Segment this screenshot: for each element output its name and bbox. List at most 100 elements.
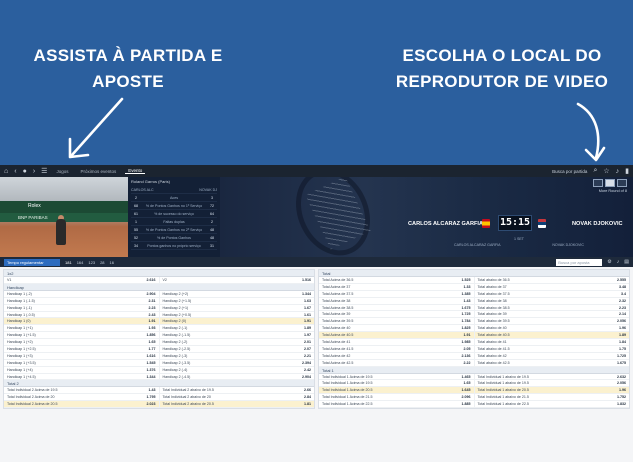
odds-value[interactable]: 2.394 [302,360,311,366]
odds-value[interactable]: 1.344 [302,291,311,297]
odds-cell[interactable]: Total Individual 1 abaixo de 21.5 1.752 [475,394,630,400]
odds-cell[interactable]: Handicap 1 (0) 1.91 [4,318,160,325]
odds-cell[interactable]: Total abaixo de 41 1.84 [475,339,630,345]
filter-icon[interactable]: ☰ [41,167,47,175]
odds-cell[interactable]: Handicap 2 (-4) 2.42 [160,367,315,373]
odds-cell[interactable]: Total Acima de 41 1.985 [319,339,475,345]
odds-value[interactable]: 1.61 [304,312,311,318]
odds-cell[interactable]: Total abaixo de 39 2.14 [475,311,630,317]
odds-cell[interactable]: Handicap 2 (-1) 1.89 [160,325,315,331]
odds-cell[interactable]: Handicap 1 (+2.5) 1.77 [4,346,160,352]
odds-cell[interactable]: Handicap 1 (+1) 1.93 [4,325,160,332]
odds-cell[interactable]: Total Individual 2 Acima de 20.5 2.023 [4,401,160,408]
tab-games[interactable]: Jogos [53,169,71,174]
odds-cell[interactable]: Total Acima de 39 1.725 [319,311,475,318]
odds-cell[interactable]: Handicap 1 (-0.5) 2.43 [4,311,160,318]
period-select[interactable]: Tempo regulamentar [4,258,60,266]
tab-event[interactable]: Evento [125,168,146,174]
odds-value[interactable]: 1.885 [462,401,471,407]
odds-cell[interactable]: V1 2.616 [4,277,160,283]
odds-cell[interactable]: Total Individual 2 abaixo de 19.5 2.66 [160,387,315,393]
odds-value[interactable]: 1.675 [462,305,471,311]
odds-cell[interactable]: Total Acima de 37.5 1.385 [319,290,475,297]
odds-value[interactable]: 2.14 [619,311,626,317]
more-round-label[interactable]: More Round of 8 [599,189,627,193]
odds-cell[interactable]: Total abaixo de 42.5 1.675 [475,360,630,366]
odds-cell[interactable]: Total Acima de 36.5 1.525 [319,277,475,283]
odds-value[interactable]: 1.752 [617,394,626,400]
search-icon[interactable]: ⌕ [593,167,597,175]
odds-cell[interactable]: Total Individual 1 abaixo de 22.5 1.832 [475,401,630,407]
odds-value[interactable]: 2.07 [304,346,311,352]
odds-cell[interactable]: Handicap 1 (-2) 2.904 [4,290,160,297]
odds-value[interactable]: 1.33 [464,284,471,290]
chip-5[interactable]: 16 [110,260,114,265]
odds-cell[interactable]: Total Individual 1 Acima de 22.5 1.885 [319,401,475,408]
tab-upcoming[interactable]: Próximos eventos [77,169,119,174]
odds-value[interactable]: 1.385 [462,291,471,297]
location-option-2[interactable] [605,179,615,187]
market-group-header[interactable]: Total 2 [4,380,314,388]
odds-value[interactable]: 1.77 [149,346,156,352]
odds-value[interactable]: 2.056 [617,380,626,386]
odds-value[interactable]: 1.43 [464,298,471,304]
odds-value[interactable]: 2.23 [149,305,156,311]
odds-cell[interactable]: Total abaixo de 42 1.725 [475,353,630,359]
odds-cell[interactable]: Total Acima de 40.5 1.91 [319,332,475,339]
settings-icon[interactable]: ⚙ [607,259,611,265]
odds-cell[interactable]: Total Individual 1 abaixo de 20.5 1.96 [475,387,630,393]
odds-cell[interactable]: Handicap 1 (+3) 1.616 [4,352,160,359]
odds-value[interactable]: 2.904 [302,374,311,380]
odds-cell[interactable]: Handicap 2 (+1.5) 1.63 [160,298,315,304]
chip-3[interactable]: 123 [88,260,95,265]
market-group-header[interactable]: 1x2 [4,270,314,277]
market-group-header[interactable]: Handicap [4,283,314,291]
odds-value[interactable]: 2.22 [464,360,471,366]
odds-value[interactable]: 1.93 [149,325,156,331]
odds-cell[interactable]: Handicap 2 (-3.5) 2.394 [160,360,315,366]
odds-value[interactable]: 1.97 [304,332,311,338]
star-icon[interactable]: ☆ [603,167,609,175]
odds-cell[interactable]: Total Acima de 42 2.136 [319,352,475,359]
odds-cell[interactable]: Total Acima de 41.5 2.05 [319,345,475,352]
odds-value[interactable]: 1.545 [147,360,156,366]
odds-value[interactable]: 1.784 [462,318,471,324]
bet-search-input[interactable]: Busca por aposta [556,258,603,266]
player-location-switcher[interactable] [593,179,627,187]
odds-value[interactable]: 2.555 [617,277,626,283]
odds-value[interactable]: 1.725 [462,311,471,317]
odds-value[interactable]: 2.096 [462,394,471,400]
odds-cell[interactable]: Handicap 2 (-1.5) 1.97 [160,332,315,338]
odds-cell[interactable]: Total Individual 1 abaixo de 19.5 2.056 [475,380,630,386]
odds-value[interactable]: 3.4 [621,291,626,297]
odds-value[interactable]: 2.01 [304,339,311,345]
odds-value[interactable]: 1.645 [462,387,471,393]
odds-value[interactable]: 1.96 [619,325,626,331]
odds-cell[interactable]: Total abaixo de 36.5 2.555 [475,277,630,283]
odds-value[interactable]: 2.84 [304,394,311,400]
odds-value[interactable]: 2.23 [619,305,626,311]
odds-cell[interactable]: V2 1.516 [160,277,315,283]
odds-value[interactable]: 1.985 [462,339,471,345]
odds-cell[interactable]: Handicap 1 (+1.5) 1.856 [4,332,160,339]
odds-value[interactable]: 2.42 [304,367,311,373]
odds-value[interactable]: 1.65 [464,380,471,386]
odds-value[interactable]: 2.21 [304,353,311,359]
odds-cell[interactable]: Total Individual 1 abaixo de 19.5 2.632 [475,374,630,380]
forward-icon[interactable]: › [33,168,35,175]
odds-cell[interactable]: Total Individual 1 Acima de 19.5 1.65 [319,380,475,387]
location-option-3[interactable] [617,179,627,187]
odds-value[interactable]: 2.32 [619,298,626,304]
stats-icon[interactable]: ▮ [625,167,629,175]
odds-cell[interactable]: Total Individual 2 Acima de 19.5 1.43 [4,387,160,394]
odds-value[interactable]: 2.66 [304,387,311,393]
match-search-input[interactable]: Busca por partida [552,169,587,174]
chip-all[interactable]: 181 [65,260,72,265]
odds-cell[interactable]: Total abaixo de 38.5 2.23 [475,305,630,311]
chip-4[interactable]: 28 [100,260,104,265]
odds-value[interactable]: 1.43 [149,387,156,393]
odds-value[interactable]: 1.91 [464,332,471,338]
odds-cell[interactable]: Total Acima de 42.5 2.22 [319,359,475,366]
odds-value[interactable]: 1.465 [462,374,471,380]
odds-value[interactable]: 1.65 [149,339,156,345]
